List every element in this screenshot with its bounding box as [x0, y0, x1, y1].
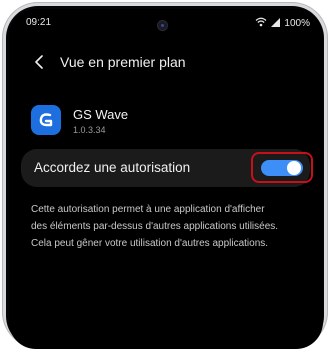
app-bar: Vue en premier plan — [9, 47, 323, 77]
page-title: Vue en premier plan — [60, 54, 186, 70]
gs-wave-app-icon — [31, 105, 61, 135]
permission-description: Cette autorisation permet à une applicat… — [31, 201, 321, 252]
app-name: GS Wave — [73, 107, 129, 122]
app-version: 1.0.3.34 — [73, 125, 106, 135]
description-line: Cela peut gêner votre utilisation d'autr… — [31, 238, 269, 249]
chevron-left-icon — [35, 55, 43, 69]
permission-toggle[interactable] — [261, 160, 303, 176]
back-button[interactable] — [24, 47, 54, 77]
status-battery: 100% — [284, 18, 310, 29]
description-line: des éléments par-dessus d'autres applica… — [31, 221, 279, 232]
wifi-icon — [255, 17, 267, 30]
status-right: 100% — [255, 17, 310, 30]
description-line: Cette autorisation permet à une applicat… — [31, 204, 265, 215]
app-info: GS Wave 1.0.3.34 — [31, 105, 311, 145]
permission-label: Accordez une autorisation — [34, 160, 191, 175]
toggle-knob — [287, 161, 301, 175]
signal-icon — [270, 17, 281, 30]
status-time: 09:21 — [26, 17, 52, 28]
screen: 09:21 100% Vue en premier plan GS Wave 1… — [9, 9, 323, 349]
front-camera — [158, 21, 167, 30]
